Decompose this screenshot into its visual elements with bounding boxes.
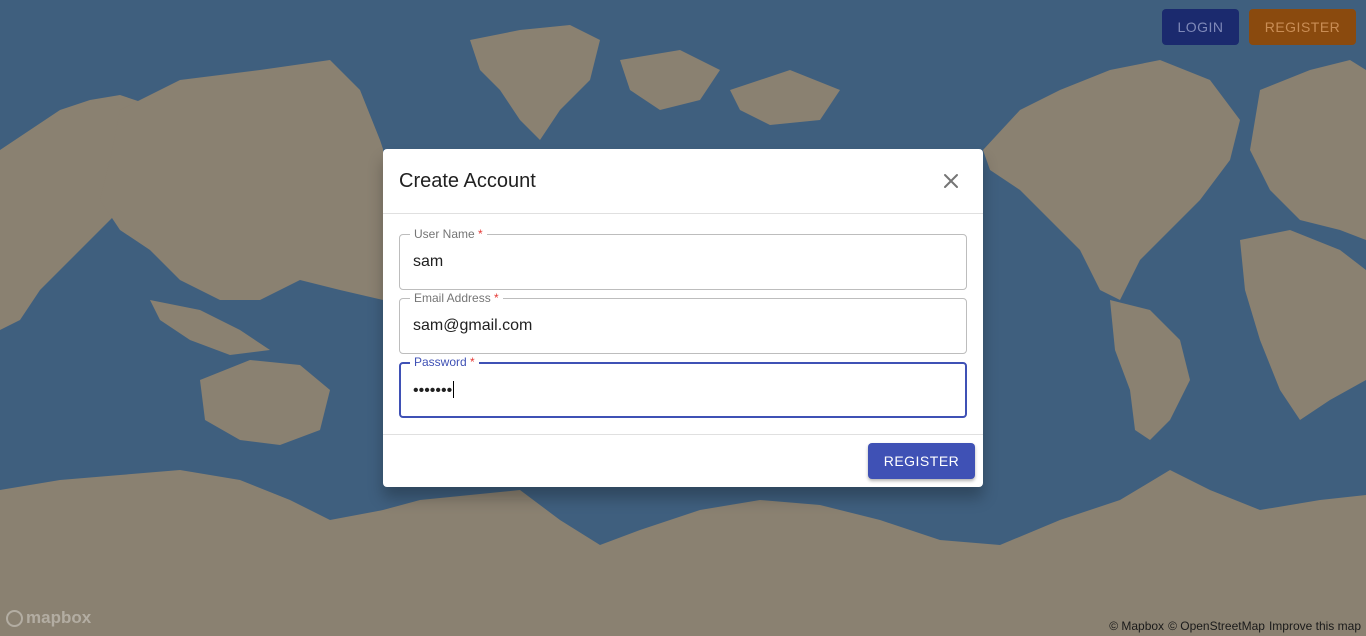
dialog-header: Create Account: [383, 149, 983, 214]
username-label: User Name *: [410, 227, 487, 241]
close-icon: [944, 174, 958, 188]
mapbox-logo-icon: [6, 609, 23, 627]
username-field[interactable]: User Name * sam: [399, 227, 967, 290]
close-button[interactable]: [935, 165, 967, 197]
dialog-title: Create Account: [399, 170, 536, 192]
map-attribution: © Mapbox © OpenStreetMap Improve this ma…: [1104, 616, 1366, 636]
attribution-osm-link[interactable]: © OpenStreetMap: [1168, 619, 1265, 633]
mapbox-logo-text: mapbox: [26, 608, 92, 627]
improve-map-link[interactable]: Improve this map: [1269, 619, 1361, 633]
password-dots: •••••••: [413, 382, 453, 399]
username-value: sam: [413, 253, 444, 270]
text-caret: [453, 381, 455, 398]
top-navigation: LOGIN REGISTER: [1162, 9, 1356, 45]
create-account-dialog: Create Account User Name * sam Email Add…: [383, 149, 983, 487]
dialog-content: User Name * sam Email Address * sam@gmai…: [383, 214, 983, 435]
mapbox-logo[interactable]: mapbox: [6, 608, 91, 628]
email-field[interactable]: Email Address * sam@gmail.com: [399, 291, 967, 354]
attribution-mapbox-link[interactable]: © Mapbox: [1109, 619, 1164, 633]
password-field[interactable]: Password * •••••••: [399, 355, 967, 418]
register-submit-button[interactable]: REGISTER: [868, 443, 975, 479]
email-value: sam@gmail.com: [413, 317, 533, 334]
login-button[interactable]: LOGIN: [1162, 9, 1239, 45]
password-label: Password *: [410, 355, 479, 369]
email-label: Email Address *: [410, 291, 503, 305]
password-value: •••••••: [413, 381, 455, 400]
register-nav-button[interactable]: REGISTER: [1249, 9, 1356, 45]
